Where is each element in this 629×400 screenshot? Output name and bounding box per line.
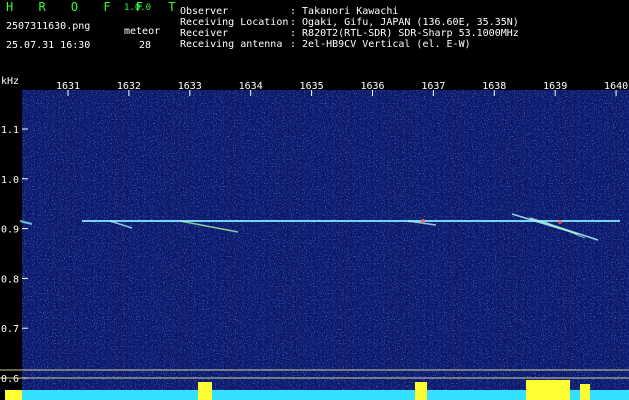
y-tick-label: 0.6 — [1, 374, 19, 385]
header-panel: H R O F F T 1.0.0 2507311630.png 25.07.3… — [0, 0, 629, 72]
y-tick-label: 0.7 — [1, 324, 19, 335]
x-tick-label: 1640 — [604, 81, 628, 92]
x-tick-label: 1638 — [482, 81, 506, 92]
spectrogram-panel: kHz 1631 1632 1633 1634 1635 1636 1637 1638 1639… — [0, 72, 629, 400]
x-tick-label: 1637 — [421, 81, 445, 92]
antenna-value: : 2el-HB9CV Vertical (el. E-W) — [290, 39, 471, 50]
spectrogram-canvas: kHz 1631 1632 1633 1634 1635 1636 1637 1638 1639… — [0, 76, 629, 400]
x-tick-label: 1635 — [300, 81, 324, 92]
x-tick-label: 1634 — [239, 81, 263, 92]
meteor-count: 28 — [139, 40, 152, 51]
location-label: Receiving Location — [180, 17, 289, 28]
observer-label: Observer — [180, 6, 229, 17]
location-value: : Ogaki, Gifu, JAPAN (136.60E, 35.35N) — [290, 17, 519, 28]
receiver-label: Receiver — [180, 28, 229, 39]
plot-noise — [22, 90, 629, 400]
app-title: H R O F F T — [6, 0, 185, 14]
y-tick-label: 0.8 — [1, 274, 19, 285]
x-tick-label: 1632 — [117, 81, 141, 92]
x-tick-label: 1636 — [360, 81, 384, 92]
meteor-label: meteor — [124, 26, 161, 37]
x-tick-label: 1639 — [543, 81, 567, 92]
datetime-label: 25.07.31 16:30 — [6, 40, 91, 51]
y-tick-label: 1.1 — [1, 125, 19, 136]
y-tick-label: 1.0 — [1, 175, 19, 186]
y-tick-label: 0.9 — [1, 225, 19, 236]
antenna-label: Receiving antenna — [180, 39, 283, 50]
x-tick-label: 1633 — [178, 81, 202, 92]
observer-value: : Takanori Kawachi — [290, 6, 399, 17]
receiver-value: : R820T2(RTL-SDR) SDR-Sharp 53.1000MHz — [290, 28, 519, 39]
filename-label: 2507311630.png — [6, 21, 91, 32]
app-version: 1.0.0 — [124, 3, 152, 13]
khz-unit-label: kHz — [1, 76, 19, 87]
x-tick-label: 1631 — [56, 81, 80, 92]
